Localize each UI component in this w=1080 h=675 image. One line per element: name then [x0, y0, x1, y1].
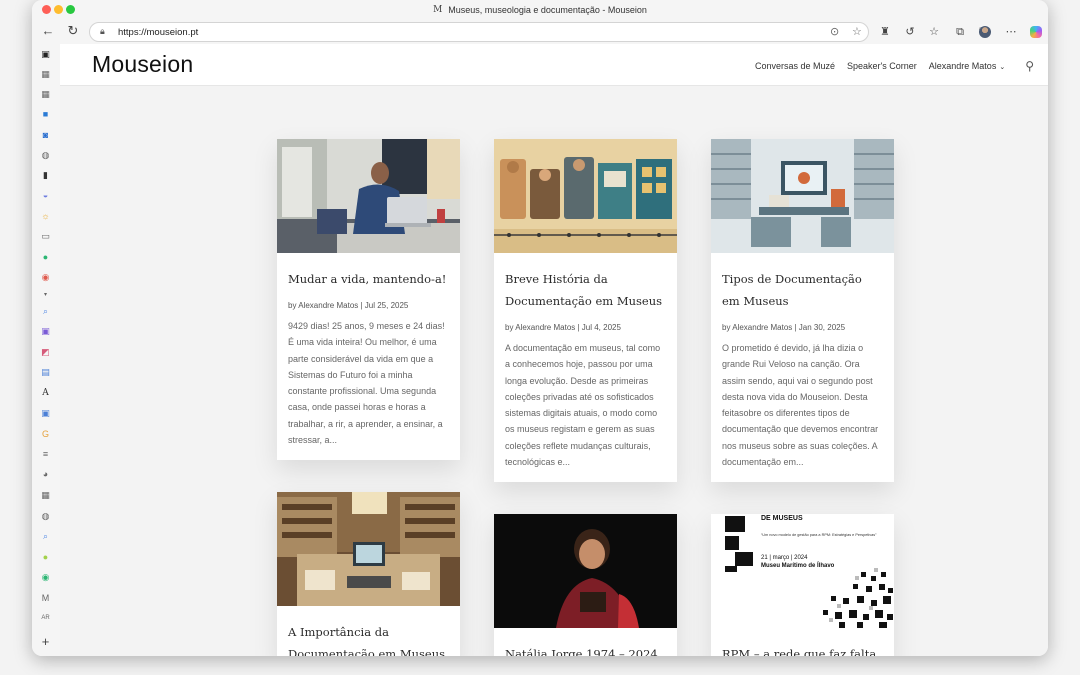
- new-tab-plus-icon[interactable]: +: [40, 635, 51, 648]
- extension-icon[interactable]: ♜: [878, 25, 892, 39]
- outlook-tab-icon[interactable]: ◙: [40, 130, 51, 141]
- post-meta: by Alexandre Matos | Jul 4, 2025: [505, 323, 621, 332]
- sidebar-tab-icon[interactable]: ▦: [40, 89, 51, 100]
- search-tab-icon[interactable]: ⌕: [40, 306, 51, 317]
- font-tab-icon[interactable]: A: [40, 388, 51, 399]
- more-menu-icon[interactable]: ⋯: [1004, 25, 1018, 39]
- nav-item-speakers-corner[interactable]: Speaker's Corner: [847, 61, 917, 71]
- post-title[interactable]: Breve História da Documentação em Museus: [505, 268, 666, 312]
- post-image-event-poster[interactable]: DE MUSEUS “Um novo modelo de gestão para…: [711, 514, 894, 628]
- window-title: M Museus, museologia e documentação - Mo…: [433, 5, 647, 15]
- site-header: Mouseion Conversas de Muzé Speaker's Cor…: [60, 44, 1048, 86]
- nav-item-author-label: Alexandre Matos: [928, 61, 997, 71]
- sidebar-tab-icon[interactable]: ▤: [40, 367, 51, 378]
- web-page: Mouseion Conversas de Muzé Speaker's Cor…: [60, 44, 1048, 656]
- reader-mode-icon[interactable]: ⊙: [830, 25, 839, 38]
- google-tab-icon[interactable]: G: [40, 429, 51, 440]
- post-card[interactable]: Mudar a vida, mantendo-a! by Alexandre M…: [277, 139, 460, 461]
- lock-icon: 🔒︎: [100, 26, 105, 36]
- post-excerpt: 9429 dias! 25 anos, 9 meses e 24 dias! É…: [288, 321, 445, 446]
- document-tab-icon[interactable]: ≡: [40, 449, 51, 460]
- site-nav: Conversas de Muzé Speaker's Corner Alexa…: [755, 59, 1034, 73]
- back-arrow-icon[interactable]: ←: [38, 22, 58, 40]
- tab-panel-toggle-icon[interactable]: ▣: [40, 49, 51, 60]
- browser-window: M Museus, museologia e documentação - Mo…: [32, 0, 1048, 656]
- sidebar-tab-icon[interactable]: ◒: [40, 190, 51, 201]
- favorite-star-icon[interactable]: ☆: [852, 25, 862, 38]
- sidebar-tab-icon[interactable]: ▮: [40, 170, 51, 181]
- site-logo[interactable]: Mouseion: [92, 51, 193, 78]
- sidebar-tab-icon[interactable]: ●: [40, 252, 51, 263]
- chevron-down-icon[interactable]: ▾: [40, 290, 51, 301]
- globe-tab-icon[interactable]: ◍: [40, 511, 51, 522]
- post-title[interactable]: Tipos de Documentação em Museus: [722, 268, 883, 312]
- search-tab-icon[interactable]: ⌕: [40, 531, 51, 542]
- chevron-down-icon: ⌄: [999, 64, 1006, 71]
- vertical-tabs-sidebar: ▣ ▦ ▦ ■ ◙ ◍ ▮ ◒ ☼ ▭ ● ◉ ▾ ⌕ ▣ ◩ ▤ A ▣ G …: [32, 44, 60, 656]
- sidebar-tab-icon[interactable]: ▦: [40, 490, 51, 501]
- title-bar: M Museus, museologia e documentação - Mo…: [32, 0, 1048, 19]
- post-title[interactable]: Natália Jorge 1974 – 2024: [505, 643, 666, 656]
- sidebar-tab-icon[interactable]: ▣: [40, 408, 51, 419]
- post-title[interactable]: RPM – a rede que faz falta: [722, 643, 883, 656]
- sidebar-tab-icon[interactable]: ▣: [40, 326, 51, 337]
- post-card[interactable]: A Importância da Documentação em Museus: [277, 492, 460, 656]
- sidebar-tab-icon[interactable]: ◩: [40, 347, 51, 358]
- post-image-history-illustration[interactable]: [494, 139, 677, 253]
- post-title[interactable]: Mudar a vida, mantendo-a!: [288, 268, 449, 290]
- post-title[interactable]: A Importância da Documentação em Museus: [288, 621, 449, 656]
- post-excerpt: A documentação em museus, tal como a con…: [505, 343, 661, 468]
- profile-avatar[interactable]: [979, 26, 991, 38]
- maximize-window-button[interactable]: [66, 5, 75, 14]
- sidebar-tab-icon[interactable]: ▦: [40, 69, 51, 80]
- copilot-icon[interactable]: [1030, 26, 1042, 38]
- globe-tab-icon[interactable]: ◍: [40, 150, 51, 161]
- nav-item-author-menu[interactable]: Alexandre Matos ⌄: [929, 61, 1005, 71]
- window-title-text: Museus, museologia e documentação - Mous…: [448, 4, 647, 15]
- minimize-window-button[interactable]: [54, 5, 63, 14]
- favicon-icon: M: [433, 4, 443, 15]
- post-card[interactable]: Tipos de Documentação em Museus by Alexa…: [711, 139, 894, 483]
- poster-date: 21 | março | 2024: [761, 555, 808, 561]
- svg-text:“Um novo modelo de gestão para: “Um novo modelo de gestão para a RPM: Es…: [761, 533, 877, 537]
- sidebar-tab-icon[interactable]: ▭: [40, 231, 51, 242]
- sidebar-tab-icon[interactable]: ◕: [40, 469, 51, 480]
- address-bar[interactable]: 🔒︎ https://mouseion.pt ⊙ ☆: [89, 22, 869, 42]
- poster-subtitle: “Um novo modelo de gestão para a RPM: Es…: [761, 533, 877, 537]
- nav-item-conversas[interactable]: Conversas de Muzé: [755, 61, 835, 71]
- sidebar-tab-icon[interactable]: ●: [40, 552, 51, 563]
- browser-toolbar: ← ↻ 🔒︎ https://mouseion.pt ⊙ ☆ ♜ ↺ ☆ ⧉ ♡…: [32, 19, 1048, 44]
- sidebar-tab-icon[interactable]: ■: [40, 109, 51, 120]
- post-image-archive-desk[interactable]: [277, 492, 460, 606]
- sidebar-tab-icon[interactable]: ◉: [40, 572, 51, 583]
- post-image-portrait[interactable]: [494, 514, 677, 628]
- post-card[interactable]: Breve História da Documentação em Museus…: [494, 139, 677, 483]
- post-card[interactable]: Natália Jorge 1974 – 2024: [494, 514, 677, 656]
- refresh-extension-icon[interactable]: ↺: [903, 25, 917, 39]
- post-meta: by Alexandre Matos | Jul 25, 2025: [288, 301, 409, 310]
- post-excerpt: O prometido é devido, já lha dizia o gra…: [722, 343, 879, 468]
- close-window-button[interactable]: [42, 5, 51, 14]
- post-card[interactable]: DE MUSEUS “Um novo modelo de gestão para…: [711, 514, 894, 656]
- sidebar-tab-icon[interactable]: ☼: [40, 211, 51, 222]
- reload-icon[interactable]: ↻: [63, 22, 83, 40]
- sidebar-tab-icon[interactable]: AR: [40, 613, 51, 624]
- favorites-icon[interactable]: ☆: [927, 25, 941, 39]
- poster-heading: DE MUSEUS: [761, 515, 803, 522]
- search-icon[interactable]: ⚲: [1025, 59, 1034, 73]
- sidebar-tab-icon[interactable]: ◉: [40, 272, 51, 283]
- mouseion-tab-icon[interactable]: M: [40, 593, 51, 604]
- url-text[interactable]: https://mouseion.pt: [118, 27, 198, 38]
- poster-venue: Museu Marítimo de Ílhavo: [761, 561, 835, 569]
- post-image-documentation-sketch[interactable]: [711, 139, 894, 253]
- collections-icon[interactable]: ⧉: [953, 25, 967, 39]
- post-image-office-man[interactable]: [277, 139, 460, 253]
- post-meta: by Alexandre Matos | Jan 30, 2025: [722, 323, 846, 332]
